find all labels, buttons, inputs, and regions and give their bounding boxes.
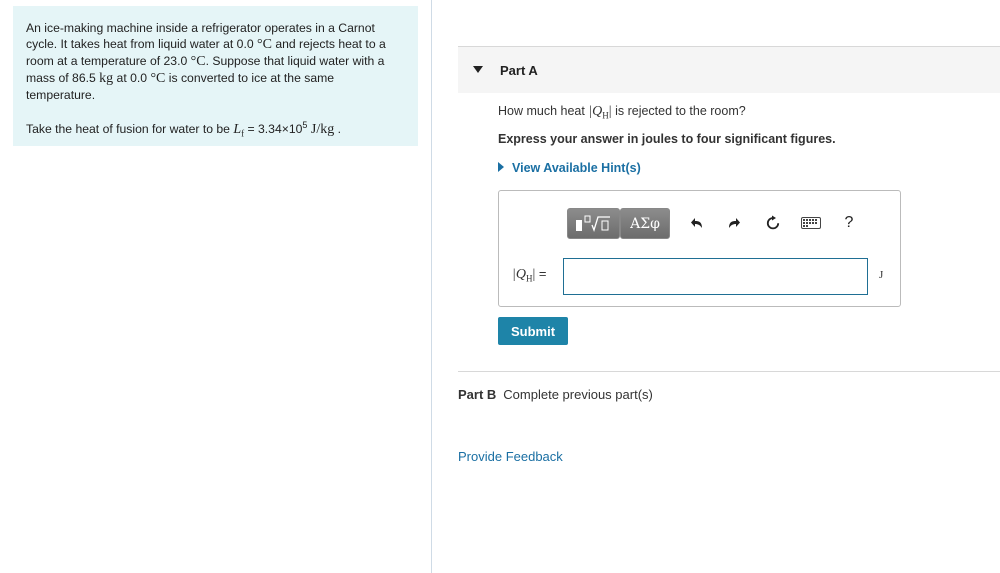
part-b-title: Part B xyxy=(458,387,497,402)
answer-input[interactable] xyxy=(563,258,868,295)
help-button[interactable]: ? xyxy=(839,213,859,233)
redo-icon[interactable] xyxy=(724,213,744,233)
equals-sign: = xyxy=(535,266,547,281)
provide-feedback-link[interactable]: Provide Feedback xyxy=(458,449,563,464)
symbol-Q: |Q xyxy=(588,104,603,119)
part-b-status: Complete previous part(s) xyxy=(503,387,653,402)
template-icon xyxy=(575,215,610,232)
part-b-row: Part B Complete previous part(s) xyxy=(458,387,653,402)
answer-unit: J xyxy=(879,269,884,281)
answer-box: ΑΣφ ? |QH| = J xyxy=(498,190,901,307)
section-divider xyxy=(458,371,1000,372)
symbol-Q: |Q xyxy=(512,267,526,282)
submit-button[interactable]: Submit xyxy=(498,317,568,345)
question-text: is rejected to the room? xyxy=(611,104,746,118)
expand-triangle-icon xyxy=(498,162,504,172)
greek-symbols-button[interactable]: ΑΣφ xyxy=(620,208,670,239)
problem-panel: An ice-making machine inside a refrigera… xyxy=(13,6,418,146)
symbol-L: L xyxy=(233,122,242,138)
templates-button[interactable] xyxy=(567,208,620,239)
reset-icon[interactable] xyxy=(763,213,783,233)
math-toolbar: ΑΣφ xyxy=(567,208,670,239)
given-text: Take the heat of fusion for water to be xyxy=(26,122,234,137)
part-a-header[interactable]: Part A xyxy=(458,46,1000,93)
collapse-triangle-icon[interactable] xyxy=(473,66,483,73)
part-a-title: Part A xyxy=(500,63,538,78)
question-text: How much heat xyxy=(498,104,589,118)
keyboard-icon[interactable] xyxy=(801,213,821,233)
given-suffix: . xyxy=(334,122,342,137)
unit-celsius: °C xyxy=(190,54,206,69)
panel-divider xyxy=(431,0,432,573)
hint-label: View Available Hint(s) xyxy=(512,161,641,175)
given-unit: J/kg xyxy=(307,122,335,138)
answer-label: |QH| = xyxy=(512,266,547,284)
view-hints-link[interactable]: View Available Hint(s) xyxy=(498,161,641,175)
unit-celsius: °C xyxy=(150,71,166,86)
unit-celsius: °C xyxy=(257,37,272,52)
undo-icon[interactable] xyxy=(687,213,707,233)
part-a-instruction: Express your answer in joules to four si… xyxy=(498,132,836,146)
statement-text: at 0.0 xyxy=(113,71,151,85)
part-a-question: How much heat |QH| is rejected to the ro… xyxy=(498,104,746,121)
given-heat-of-fusion: Take the heat of fusion for water to be … xyxy=(26,117,406,142)
given-value: = 3.34×10 xyxy=(244,122,303,137)
unit-kg: kg xyxy=(99,71,114,86)
problem-statement: An ice-making machine inside a refrigera… xyxy=(26,20,406,103)
